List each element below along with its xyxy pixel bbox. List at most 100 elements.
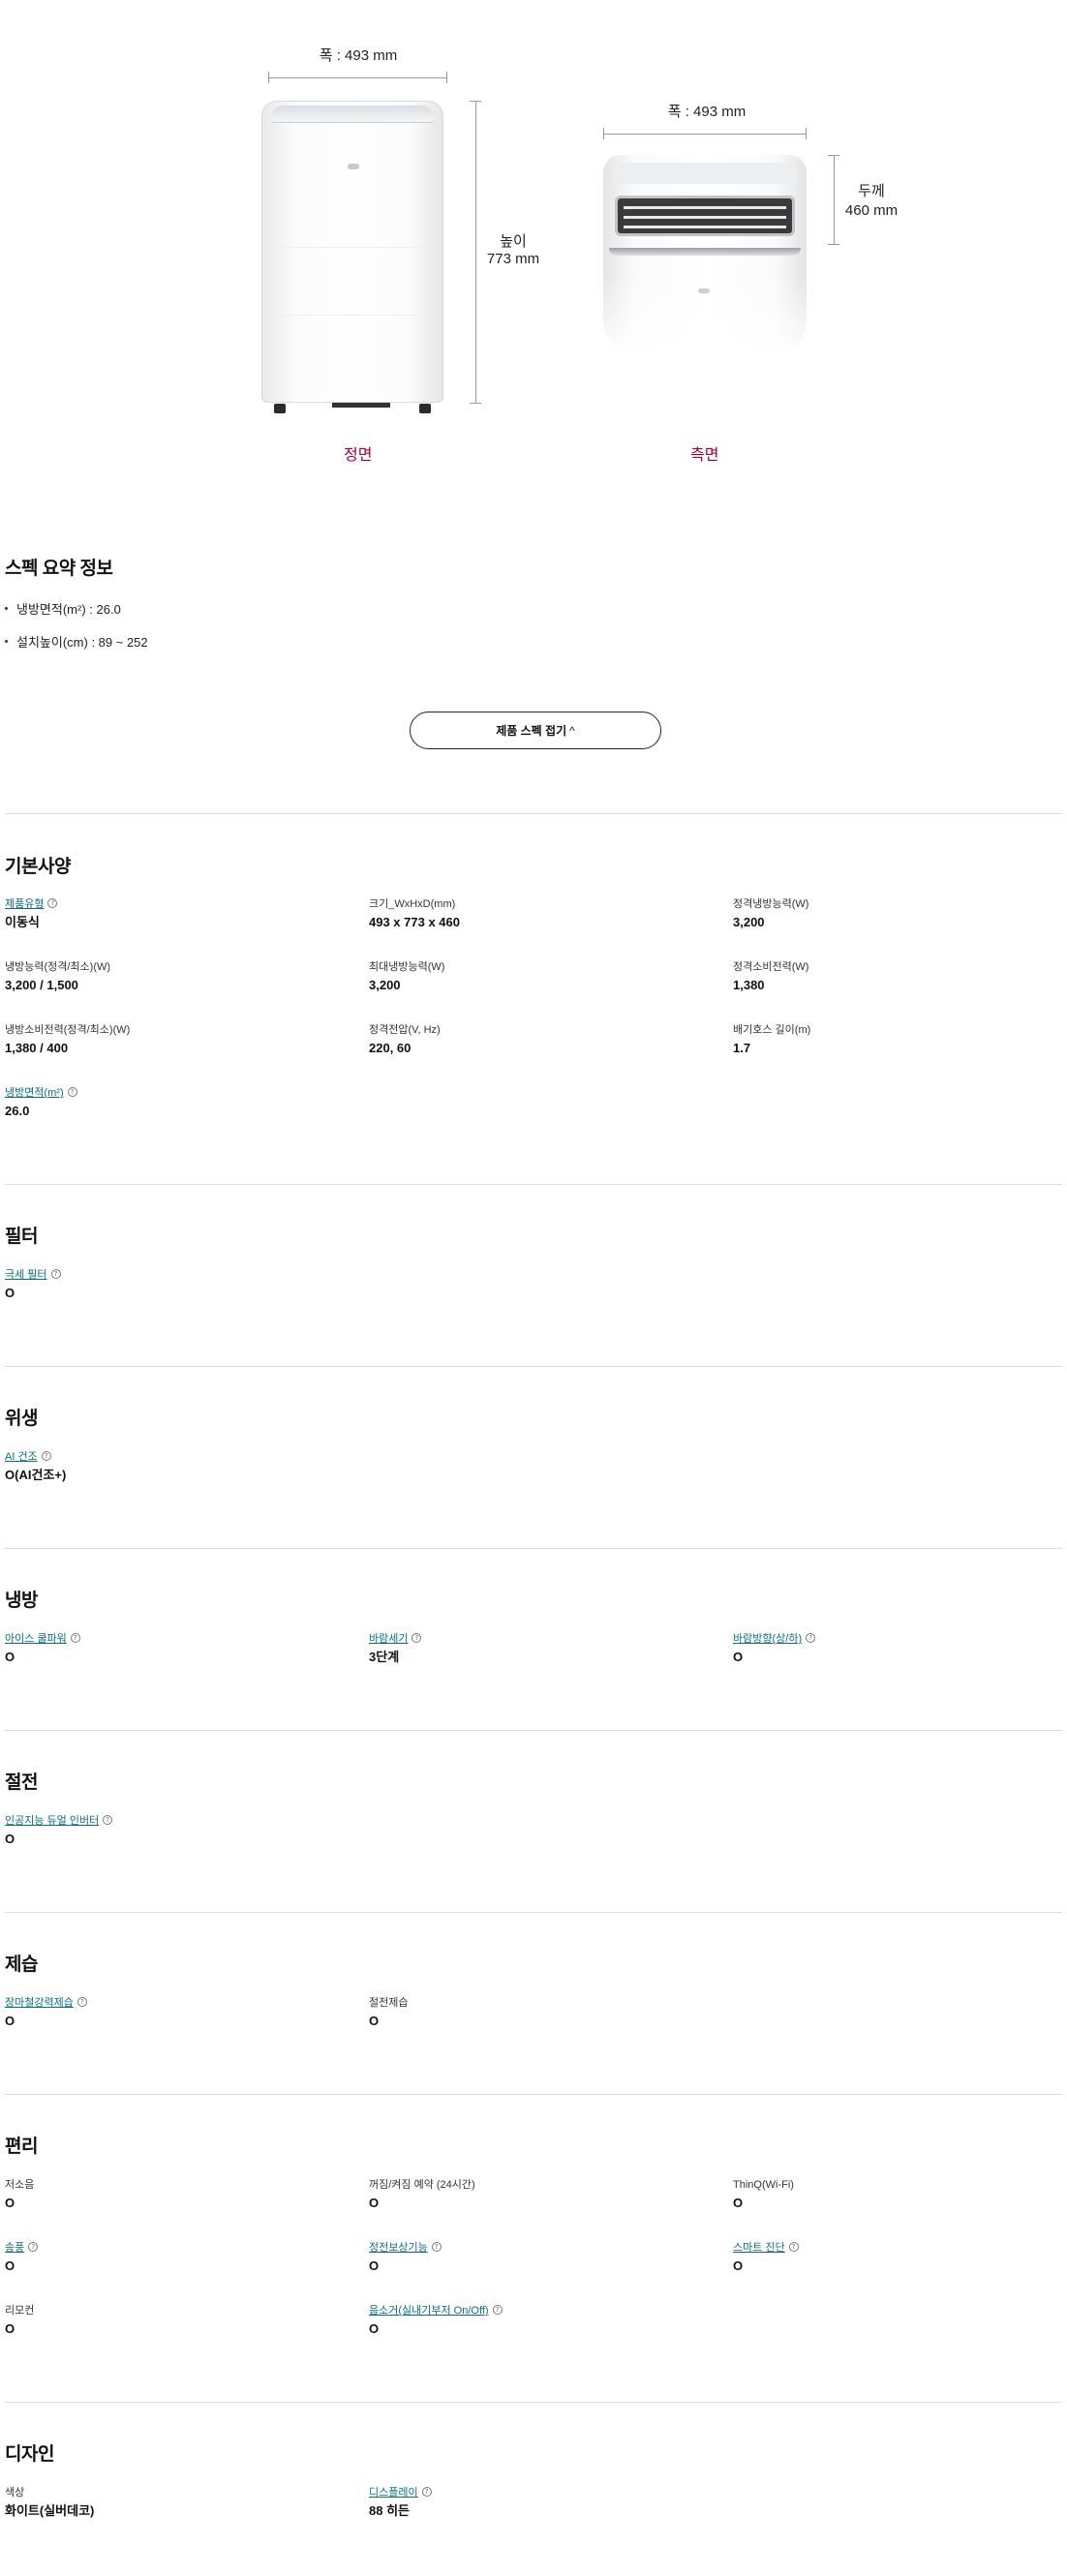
help-icon[interactable]: ? <box>70 1633 80 1644</box>
spec-label: 리모컨 <box>5 2305 35 2317</box>
spec-label: 냉방소비전력(정격/최소)(W) <box>5 1024 131 1036</box>
spec-label-link[interactable]: 제품유형? <box>5 896 353 912</box>
spec-label-link[interactable]: 바람방향(상/하)? <box>733 1631 1067 1647</box>
spec-label-text: 디스플레이 <box>369 2487 418 2499</box>
spec-item: 장마철강력제습? O <box>5 1995 353 2029</box>
front-height-label: 높이 <box>500 233 527 250</box>
spec-label-link[interactable]: 극세 필터? <box>5 1267 353 1283</box>
help-icon[interactable]: ? <box>492 2305 503 2316</box>
section-title-basic: 기본사양 <box>5 857 71 877</box>
section-divider <box>5 2402 1062 2403</box>
spec-value: 493 x 773 x 460 <box>369 915 460 929</box>
side-width-line <box>603 134 807 135</box>
spec-item: 바람방향(상/하)? O <box>733 1631 1067 1665</box>
section-divider <box>5 2094 1062 2095</box>
spec-value: 1,380 <box>733 978 765 992</box>
body-groove <box>268 315 437 316</box>
help-icon[interactable]: ? <box>421 2487 432 2498</box>
help-icon[interactable]: ? <box>788 2242 799 2253</box>
front-width-tick-left <box>268 72 269 83</box>
front-wheel-left <box>274 404 286 413</box>
side-view-image <box>603 155 807 358</box>
spec-value: O <box>5 1832 15 1846</box>
front-height-line <box>475 101 476 403</box>
spec-item: 아이스 쿨파워? O <box>5 1631 353 1665</box>
summary-item-text: 설치높이(cm) : 89 ~ 252 <box>16 635 148 650</box>
spec-value: O <box>5 2014 15 2028</box>
spec-value: 화이트(실버데코) <box>5 2503 95 2518</box>
spec-label: 정격냉방능력(W) <box>733 898 809 910</box>
spec-label-link[interactable]: 아이스 쿨파워? <box>5 1631 353 1647</box>
spec-item: 절전제습 O <box>369 1995 717 2029</box>
side-depth-tick-bottom <box>828 244 839 245</box>
spec-value: O <box>369 2196 380 2210</box>
spec-item: 최대냉방능력(W) 3,200 <box>369 959 717 993</box>
section-divider <box>5 1184 1062 1185</box>
spec-label-text: AI 건조 <box>5 1451 38 1463</box>
spec-label-link[interactable]: 장마철강력제습? <box>5 1995 353 2011</box>
spec-value: 26.0 <box>5 1104 30 1118</box>
spec-item: 정격소비전력(W) 1,380 <box>733 959 1067 993</box>
spec-label-link[interactable]: 정전보상기능? <box>369 2240 717 2256</box>
spec-label: 정격전압(V, Hz) <box>369 1024 441 1036</box>
lg-logo-mark <box>698 288 710 293</box>
spec-label-link[interactable]: 음소거(실내기부저 On/Off)? <box>369 2303 717 2318</box>
spec-label: 저소음 <box>5 2179 35 2191</box>
section-divider <box>5 1730 1062 1731</box>
help-icon[interactable]: ? <box>50 1269 61 1280</box>
spec-label-link[interactable]: 냉방면적(m²)? <box>5 1085 353 1101</box>
help-icon[interactable]: ? <box>431 2242 442 2253</box>
fold-spec-button[interactable]: 제품 스펙 접기 ^ <box>410 712 661 749</box>
help-icon[interactable]: ? <box>41 1451 51 1462</box>
help-icon[interactable]: ? <box>806 1633 816 1644</box>
fold-spec-button-label: 제품 스펙 접기 <box>496 724 567 738</box>
spec-label-link[interactable]: 디스플레이? <box>369 2485 717 2500</box>
spec-label-link[interactable]: 바람세기? <box>369 1631 717 1647</box>
spec-label-link[interactable]: 인공지능 듀얼 인버터? <box>5 1813 353 1829</box>
spec-item: ThinQ(Wi-Fi) O <box>733 2177 1067 2211</box>
help-icon[interactable]: ? <box>412 1633 422 1644</box>
side-depth-label: 두께 <box>858 183 885 199</box>
spec-label: 정격소비전력(W) <box>733 961 809 973</box>
air-vent <box>615 196 795 236</box>
spec-label-text: 장마철강력제습 <box>5 1997 74 2009</box>
spec-label-link[interactable]: 스마트 진단? <box>733 2240 1067 2256</box>
spec-label: 꺼짐/켜짐 예약 (24시간) <box>369 2179 475 2191</box>
bullet-dot <box>5 640 8 644</box>
side-depth-line <box>834 155 835 244</box>
spec-label-text: 제품유형 <box>5 898 45 910</box>
spec-label: 색상 <box>5 2487 25 2499</box>
help-icon[interactable]: ? <box>103 1815 113 1826</box>
help-icon[interactable]: ? <box>76 1997 87 2008</box>
help-icon[interactable]: ? <box>28 2242 39 2253</box>
front-foot-bar <box>332 403 390 408</box>
spec-label-text: 음소거(실내기부저 On/Off) <box>369 2305 489 2317</box>
spec-label-text: 바람방향(상/하) <box>733 1633 803 1645</box>
silver-trim <box>609 248 801 256</box>
help-icon[interactable]: ? <box>67 1087 77 1098</box>
section-title-cooling: 냉방 <box>5 1591 38 1611</box>
spec-label: 냉방능력(정격/최소)(W) <box>5 961 111 973</box>
spec-value: O <box>733 2258 744 2273</box>
help-icon[interactable]: ? <box>47 898 58 909</box>
spec-label: 크기_WxHxD(mm) <box>369 898 456 910</box>
spec-value: O <box>369 2258 380 2273</box>
side-width-tick-left <box>603 128 604 139</box>
spec-label-text: 송풍 <box>5 2242 25 2254</box>
spec-item: 극세 필터? O <box>5 1267 353 1301</box>
spec-label: 절전제습 <box>369 1997 409 2009</box>
front-view-image <box>261 101 443 413</box>
side-width-tick-right <box>806 128 807 139</box>
spec-value: O <box>5 1650 15 1664</box>
vent-slat <box>624 216 786 219</box>
front-height-value: 773 mm <box>486 251 540 267</box>
spec-label-link[interactable]: AI 건조? <box>5 1449 353 1465</box>
spec-item: 저소음 O <box>5 2177 353 2211</box>
side-width-label: 폭 : 493 mm <box>667 104 747 120</box>
spec-value: O <box>5 1286 15 1300</box>
spec-item: 인공지능 듀얼 인버터? O <box>5 1813 353 1847</box>
spec-value: 1,380 / 400 <box>5 1041 69 1055</box>
spec-label-link[interactable]: 송풍? <box>5 2240 353 2256</box>
spec-summary-title: 스펙 요약 정보 <box>5 559 113 579</box>
front-height-tick-bottom <box>470 403 481 404</box>
